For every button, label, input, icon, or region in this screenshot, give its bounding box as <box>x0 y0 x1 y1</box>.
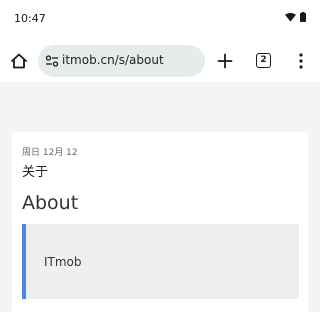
url-text[interactable]: itmob.cn/s/about <box>62 53 164 67</box>
web-content: 周日 12月 12 关于 About ITmob <box>0 82 320 312</box>
blockquote-text: ITmob <box>44 255 82 269</box>
blockquote: ITmob <box>22 224 299 299</box>
tune-icon[interactable] <box>44 53 60 69</box>
wifi-icon <box>285 12 296 22</box>
post-card: 周日 12月 12 关于 About ITmob <box>12 132 308 312</box>
more-vert-icon[interactable] <box>296 51 306 71</box>
battery-icon <box>300 12 306 22</box>
home-icon[interactable] <box>9 51 29 71</box>
status-icons <box>285 12 306 22</box>
tab-switcher-button[interactable]: 2 <box>256 53 271 68</box>
browser-toolbar: itmob.cn/s/about 2 <box>0 40 320 82</box>
post-title: 关于 <box>22 165 49 180</box>
status-time: 10:47 <box>14 12 46 25</box>
post-date: 周日 12月 12 <box>22 148 78 158</box>
plus-icon[interactable] <box>215 51 235 71</box>
address-bar[interactable]: itmob.cn/s/about <box>38 45 205 77</box>
section-heading: About <box>22 192 79 214</box>
status-bar: 10:47 <box>0 0 320 40</box>
